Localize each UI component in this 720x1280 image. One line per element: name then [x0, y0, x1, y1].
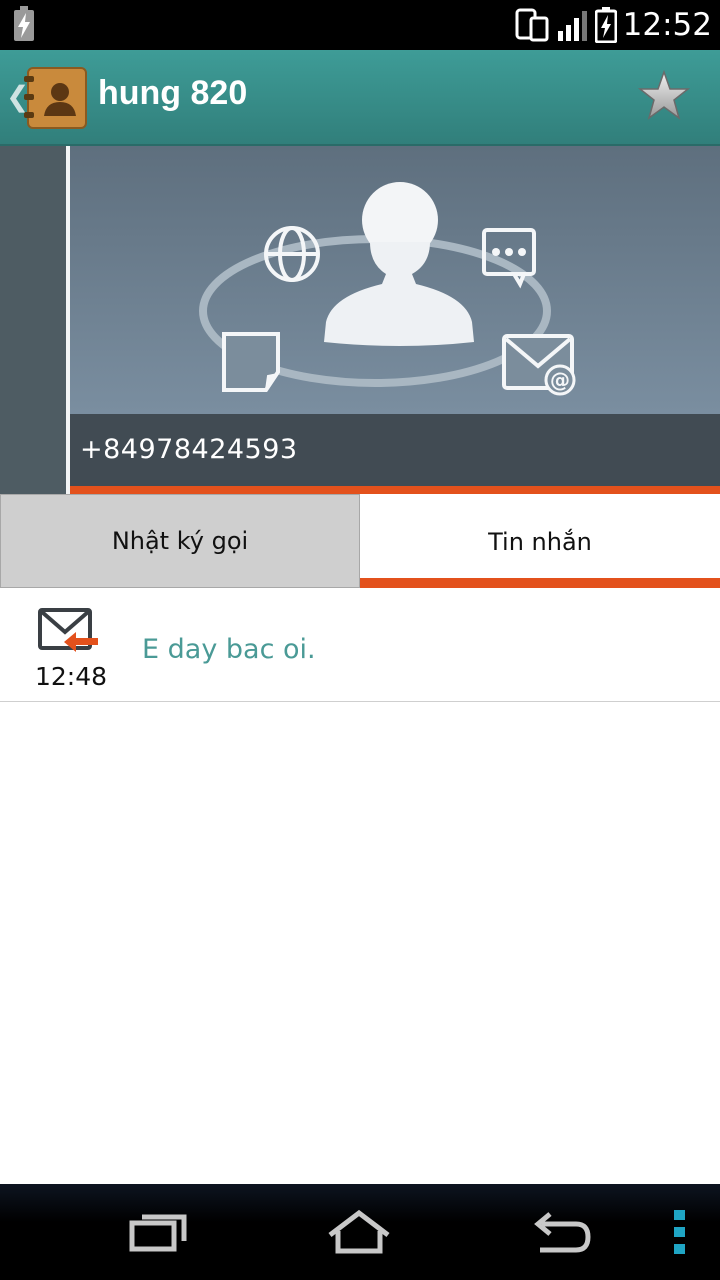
tab-selected-indicator — [360, 578, 720, 588]
navigation-bar — [0, 1184, 720, 1280]
tab-bar: Nhật ký gọi Tin nhắn — [0, 494, 720, 590]
contact-name-title: hung 820 — [98, 74, 248, 112]
home-icon[interactable] — [314, 1202, 404, 1262]
note-icon — [222, 332, 280, 392]
phone-tablet-icon — [515, 8, 549, 42]
list-item[interactable]: 12:48 E day bac oi. — [0, 590, 720, 702]
signal-icon — [557, 9, 587, 41]
charging-icon — [12, 6, 36, 46]
contacts-app-icon[interactable] — [24, 66, 88, 130]
back-icon[interactable] — [514, 1202, 604, 1262]
status-time: 12:52 — [622, 7, 712, 43]
incoming-mail-icon — [38, 608, 100, 654]
recent-apps-icon[interactable] — [114, 1202, 204, 1262]
contact-graphic: @ — [70, 146, 720, 414]
tab-messages[interactable]: Tin nhắn — [360, 494, 720, 590]
menu-dots-icon[interactable] — [660, 1202, 700, 1262]
status-bar: 12:52 — [0, 0, 720, 50]
contact-header: @ +84978424593 — [0, 146, 720, 494]
action-bar: ❮ hung 820 — [0, 50, 720, 146]
favorite-star-icon[interactable] — [637, 69, 691, 122]
phone-number-bar[interactable]: +84978424593 — [70, 414, 720, 486]
battery-icon — [594, 7, 617, 43]
email-at-icon: @ — [502, 334, 576, 396]
header-accent-line — [70, 486, 720, 494]
svg-text:@: @ — [550, 368, 570, 392]
message-time: 12:48 — [34, 662, 108, 691]
tab-call-log[interactable]: Nhật ký gọi — [0, 494, 360, 588]
header-side-strip — [0, 146, 66, 494]
phone-number[interactable]: +84978424593 — [80, 434, 298, 465]
message-text: E day bac oi. — [142, 634, 316, 665]
person-silhouette-icon — [324, 182, 474, 346]
message-list: 12:48 E day bac oi. — [0, 590, 720, 702]
globe-icon — [264, 226, 320, 282]
